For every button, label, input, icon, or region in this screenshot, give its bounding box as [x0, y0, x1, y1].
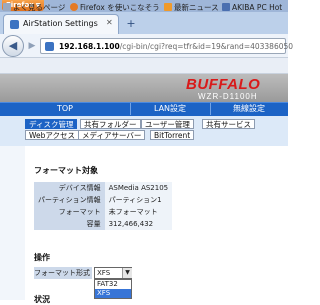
- url-path: /cgi-bin/cgi?req=tfr&id=19&rand=40338605…: [119, 42, 294, 51]
- format-target-table: デバイス情報 ASMedia AS2105 パーティション情報 パーティション1…: [34, 182, 173, 230]
- subtab-shared-folders[interactable]: 共有フォルダー: [80, 119, 141, 129]
- firefox-logo-icon: [70, 3, 78, 11]
- subtab-user-management[interactable]: ユーザー管理: [141, 119, 194, 129]
- format-type-dropdown: FAT32 XFS: [94, 279, 132, 299]
- format-type-selected-value: XFS: [97, 269, 111, 277]
- format-option-xfs[interactable]: XFS: [95, 289, 131, 298]
- model-name: WZR-D1100H: [198, 92, 258, 101]
- bookmarks-toolbar: [0, 58, 288, 74]
- table-row: パーティション情報 パーティション1: [34, 194, 173, 206]
- url-text: 192.168.1.100/cgi-bin/cgi?req=tfr&id=19&…: [59, 42, 293, 51]
- bookmark-folder-icon: [3, 3, 11, 11]
- browser-tab[interactable]: AirStation Settings ✕: [3, 14, 119, 34]
- bookmark-latest-news[interactable]: 最新ニュース: [164, 2, 219, 14]
- forward-button[interactable]: ▶: [25, 39, 39, 53]
- tab-top[interactable]: TOP: [0, 103, 131, 115]
- chevron-down-icon[interactable]: ▼: [122, 268, 132, 278]
- format-label: フォーマット: [34, 206, 105, 218]
- favicon-icon: [10, 20, 19, 29]
- format-type-label: フォーマット形式: [34, 267, 92, 279]
- url-host: 192.168.1.100: [59, 42, 120, 51]
- format-target-heading: フォーマット対象: [34, 166, 98, 175]
- left-margin-panel: [0, 146, 25, 300]
- tab-wireless-settings[interactable]: 無線設定: [210, 103, 288, 115]
- subtab-shared-services[interactable]: 共有サービス: [202, 119, 255, 129]
- format-value: 未フォーマット: [104, 206, 173, 218]
- bookmark-label: Firefox を使いこなそう: [80, 3, 160, 12]
- tab-lan-settings[interactable]: LAN設定: [130, 103, 211, 115]
- device-info-label: デバイス情報: [34, 182, 105, 194]
- table-row: デバイス情報 ASMedia AS2105: [34, 182, 173, 194]
- format-option-fat32[interactable]: FAT32: [95, 280, 131, 289]
- buffalo-logo: BUFFALO: [186, 76, 261, 93]
- tab-title: AirStation Settings: [23, 19, 98, 28]
- bookmark-label: 最新ニュース: [174, 3, 219, 12]
- site-identity-icon: [45, 42, 54, 51]
- bookmark-label: AKIBA PC Hot: [232, 3, 283, 12]
- bookmark-firefox-tips[interactable]: Firefox を使いこなそう: [70, 2, 160, 14]
- subtab-disk-management[interactable]: ディスク管理: [25, 119, 78, 129]
- bookmark-most-visited[interactable]: よく見るページ: [3, 2, 65, 14]
- table-row: フォーマット 未フォーマット: [34, 206, 173, 218]
- capacity-label: 容量: [34, 218, 105, 230]
- back-button[interactable]: ◀: [2, 35, 24, 57]
- partition-info-label: パーティション情報: [34, 194, 105, 206]
- capacity-value: 312,466,432: [104, 218, 173, 230]
- format-type-select[interactable]: XFS ▼: [94, 267, 132, 279]
- url-bar[interactable]: 192.168.1.100/cgi-bin/cgi?req=tfr&id=19&…: [40, 38, 293, 54]
- table-row: 容量 312,466,432: [34, 218, 173, 230]
- device-info-value: ASMedia AS2105: [104, 182, 173, 194]
- bookmark-akiba-pc[interactable]: AKIBA PC Hot: [222, 2, 282, 14]
- rss-feed-icon: [164, 3, 172, 11]
- close-tab-icon[interactable]: ✕: [106, 18, 113, 27]
- partition-info-value: パーティション1: [104, 194, 173, 206]
- new-tab-button[interactable]: +: [124, 17, 138, 31]
- operation-heading: 操作: [34, 253, 50, 262]
- subtab-media-server[interactable]: メディアサーバー: [78, 130, 146, 140]
- subtab-web-access[interactable]: Webアクセス: [25, 130, 79, 140]
- bookmark-label: よく見るページ: [13, 3, 66, 12]
- subtab-bittorrent[interactable]: BitTorrent: [150, 130, 195, 140]
- site-favicon-icon: [222, 3, 230, 11]
